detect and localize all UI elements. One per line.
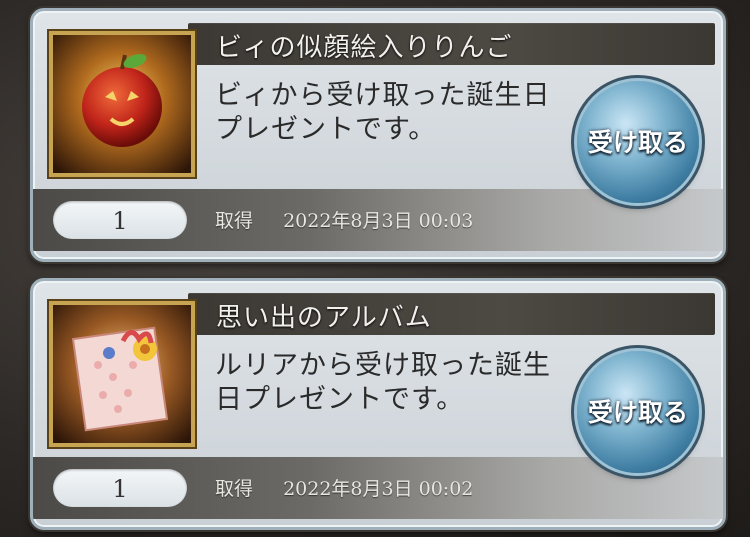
gift-card: ビィの似顔絵入りりんご ビィから受け取った誕生日プレゼントです。 1 取得 20… [30, 8, 726, 262]
receive-button[interactable]: 受け取る [577, 81, 699, 203]
acquired-info: 取得 2022年8月3日 00:02 [215, 474, 473, 501]
gift-title-bar: 思い出のアルバム [188, 293, 715, 335]
quantity-value: 1 [112, 207, 128, 235]
apple-icon [49, 31, 195, 177]
acquired-date: 2022年8月3日 00:03 [283, 210, 474, 232]
acquired-info: 取得 2022年8月3日 00:03 [215, 206, 473, 233]
gift-description: ルリアから受け取った誕生日プレゼントです。 [215, 350, 551, 415]
receive-button-label: 受け取る [587, 128, 688, 157]
gift-title: ビィの似顔絵入りりんご [216, 33, 513, 63]
quantity-value: 1 [112, 475, 128, 503]
gift-title-bar: ビィの似顔絵入りりんご [188, 23, 715, 65]
acquired-label: 取得 [215, 478, 254, 500]
quantity-badge: 1 [53, 201, 187, 239]
receive-button-label: 受け取る [587, 398, 688, 427]
gift-card: 思い出のアルバム ルリアから受け取った誕生日プレゼントです。 1 取得 2022… [30, 278, 726, 530]
album-icon [49, 301, 195, 447]
receive-button[interactable]: 受け取る [577, 351, 699, 473]
gift-description: ビィから受け取った誕生日プレゼントです。 [215, 80, 551, 145]
quantity-badge: 1 [53, 469, 187, 507]
acquired-date: 2022年8月3日 00:02 [283, 478, 474, 500]
gift-title: 思い出のアルバム [216, 303, 432, 333]
acquired-label: 取得 [215, 210, 254, 232]
